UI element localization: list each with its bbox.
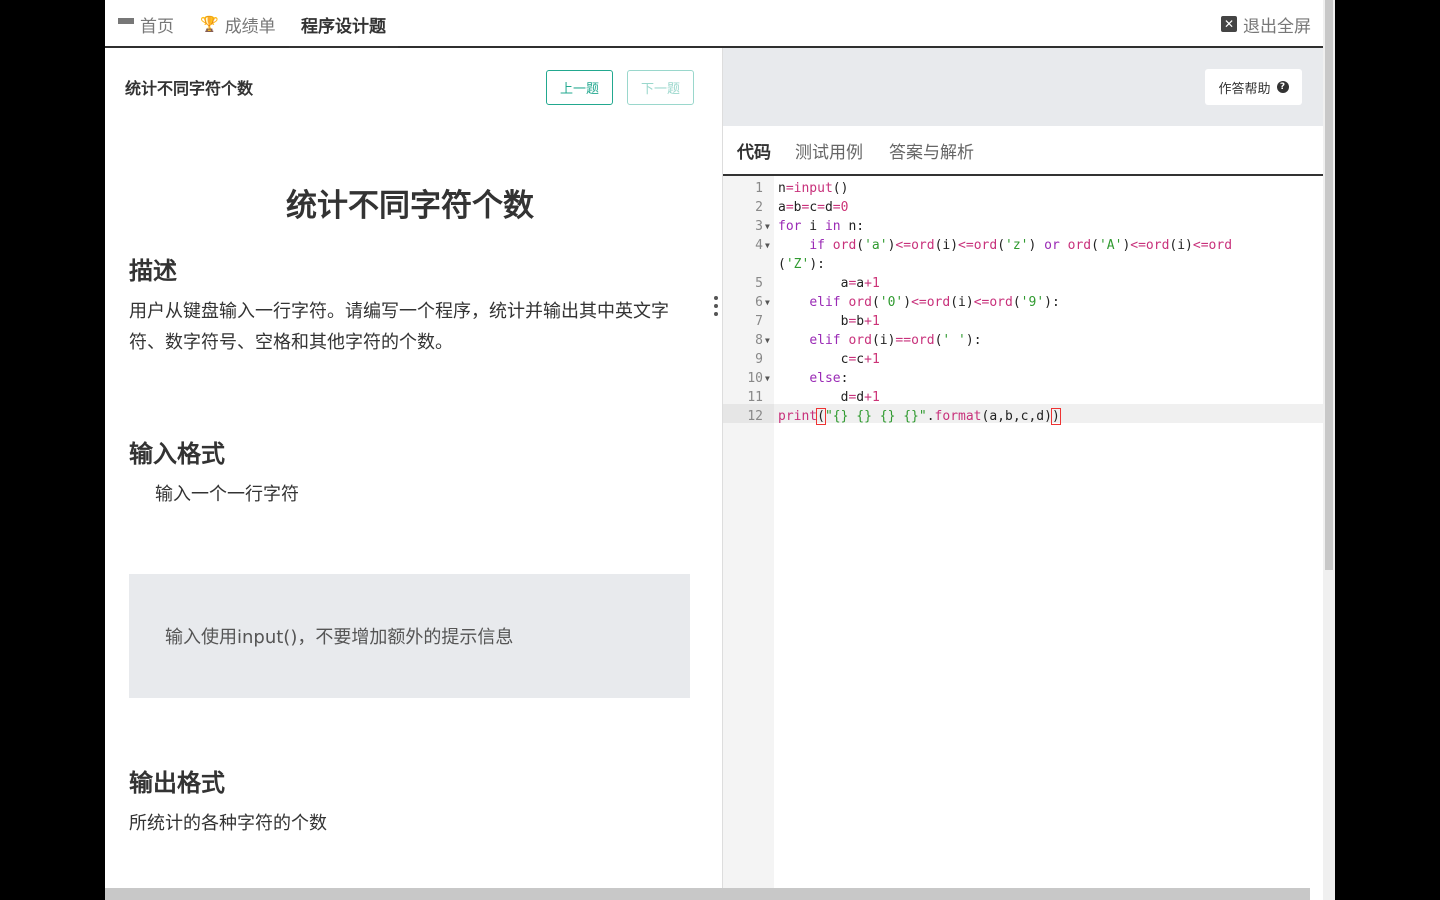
line-number: 2	[755, 200, 763, 215]
code-line: else:	[809, 371, 849, 386]
line-number: 7	[755, 314, 763, 329]
fold-arrow-icon[interactable]: ▼	[765, 217, 770, 236]
code-editor[interactable]: 1 2 3 4 5 6 7 8 9 10 11 12 ▼ ▼ ▼ ▼ ▼ n=i…	[723, 176, 1323, 900]
tab-answer-analysis[interactable]: 答案与解析	[889, 126, 974, 174]
line-number: 1	[755, 181, 763, 196]
nav-home-label: 首页	[140, 16, 174, 37]
tab-test-cases[interactable]: 测试用例	[795, 126, 863, 174]
fold-arrow-icon[interactable]: ▼	[765, 369, 770, 388]
code-line: ('Z'):	[778, 257, 825, 272]
code-line: a=a+1	[778, 276, 880, 291]
scrollbar-thumb[interactable]	[1325, 0, 1333, 570]
nav-programming[interactable]: 程序设计题	[289, 0, 398, 50]
code-line: d=d+1	[778, 390, 880, 405]
code-line: b=b+1	[778, 314, 880, 329]
description-heading: 描述	[129, 257, 177, 285]
problem-header-title: 统计不同字符个数	[125, 79, 254, 98]
description-text: 用户从键盘输入一行字符。请编写一个程序，统计并输出其中英文字符、数字符号、空格和…	[129, 301, 669, 353]
code-line: for i in n:	[778, 219, 865, 234]
line-number: 10	[747, 371, 763, 386]
code-line: c=c+1	[778, 352, 880, 367]
code-line: a=b=c=d=0	[778, 200, 849, 215]
tab-code[interactable]: 代码	[737, 126, 771, 174]
code-tabs: 代码 测试用例 答案与解析	[723, 126, 1323, 176]
help-label: 作答帮助	[1218, 81, 1271, 97]
nav-programming-label: 程序设计题	[301, 16, 386, 37]
next-question-button[interactable]: 下一题	[627, 70, 694, 105]
output-format-heading: 输出格式	[129, 769, 225, 797]
line-number: 12	[747, 409, 763, 424]
code-line: print("{} {} {} {}".format(a,b,c,d))	[778, 408, 1061, 425]
code-line: if ord('a')<=ord(i)<=ord('z') or ord('A'…	[809, 238, 1233, 253]
help-button[interactable]: 作答帮助 ?	[1205, 69, 1302, 105]
code-panel: 作答帮助 ? 代码 测试用例 答案与解析 1 2 3 4 5 6 7 8 9 1…	[722, 48, 1323, 900]
line-number: 6	[755, 295, 763, 310]
input-tip-box: 输入使用input()，不要增加额外的提示信息	[129, 574, 690, 698]
question-circle-icon: ?	[1276, 81, 1289, 93]
fold-arrow-icon[interactable]: ▼	[765, 331, 770, 350]
vertical-scrollbar[interactable]	[1323, 0, 1335, 900]
line-number: 8	[755, 333, 763, 348]
nav-scores[interactable]: 🏆 成绩单	[200, 0, 276, 48]
top-navigation: 首页 🏆 成绩单 程序设计题 ✕ 退出全屏	[105, 0, 1323, 50]
line-number: 4	[755, 238, 763, 253]
problem-title: 统计不同字符个数	[286, 188, 534, 224]
line-number: 3	[755, 219, 763, 234]
prev-question-button[interactable]: 上一题	[546, 70, 613, 105]
line-number: 9	[755, 352, 763, 367]
line-number: 5	[755, 276, 763, 291]
input-tip-text: 输入使用input()，不要增加额外的提示信息	[165, 627, 514, 648]
fold-arrow-icon[interactable]: ▼	[765, 236, 770, 255]
output-format-text: 所统计的各种字符的个数	[129, 813, 327, 834]
horizontal-scrollbar[interactable]	[105, 888, 1310, 900]
exit-fullscreen-label: 退出全屏	[1243, 16, 1311, 37]
code-line: elif ord('0')<=ord(i)<=ord('9'):	[809, 295, 1060, 310]
panel-resize-handle[interactable]	[714, 296, 720, 316]
code-line: n=input()	[778, 181, 849, 196]
line-number: 11	[747, 390, 763, 405]
menu-icon	[118, 18, 134, 30]
app-window: 首页 🏆 成绩单 程序设计题 ✕ 退出全屏 统计不同字符个数 上一题 下一题 统…	[105, 0, 1335, 900]
trophy-icon: 🏆	[200, 15, 219, 33]
close-box-icon: ✕	[1221, 16, 1237, 32]
code-line: elif ord(i)==ord(' '):	[809, 333, 982, 348]
exit-fullscreen-button[interactable]: ✕ 退出全屏	[1221, 0, 1311, 48]
nav-scores-label: 成绩单	[224, 16, 276, 37]
problem-panel: 统计不同字符个数 上一题 下一题 统计不同字符个数 描述 用户从键盘输入一行字符…	[105, 48, 722, 888]
input-format-heading: 输入格式	[129, 440, 225, 468]
fold-arrow-icon[interactable]: ▼	[765, 293, 770, 312]
nav-home[interactable]: 首页	[118, 0, 174, 48]
input-format-text: 输入一个一行字符	[155, 484, 299, 505]
code-panel-toolbar: 作答帮助 ?	[723, 48, 1323, 126]
